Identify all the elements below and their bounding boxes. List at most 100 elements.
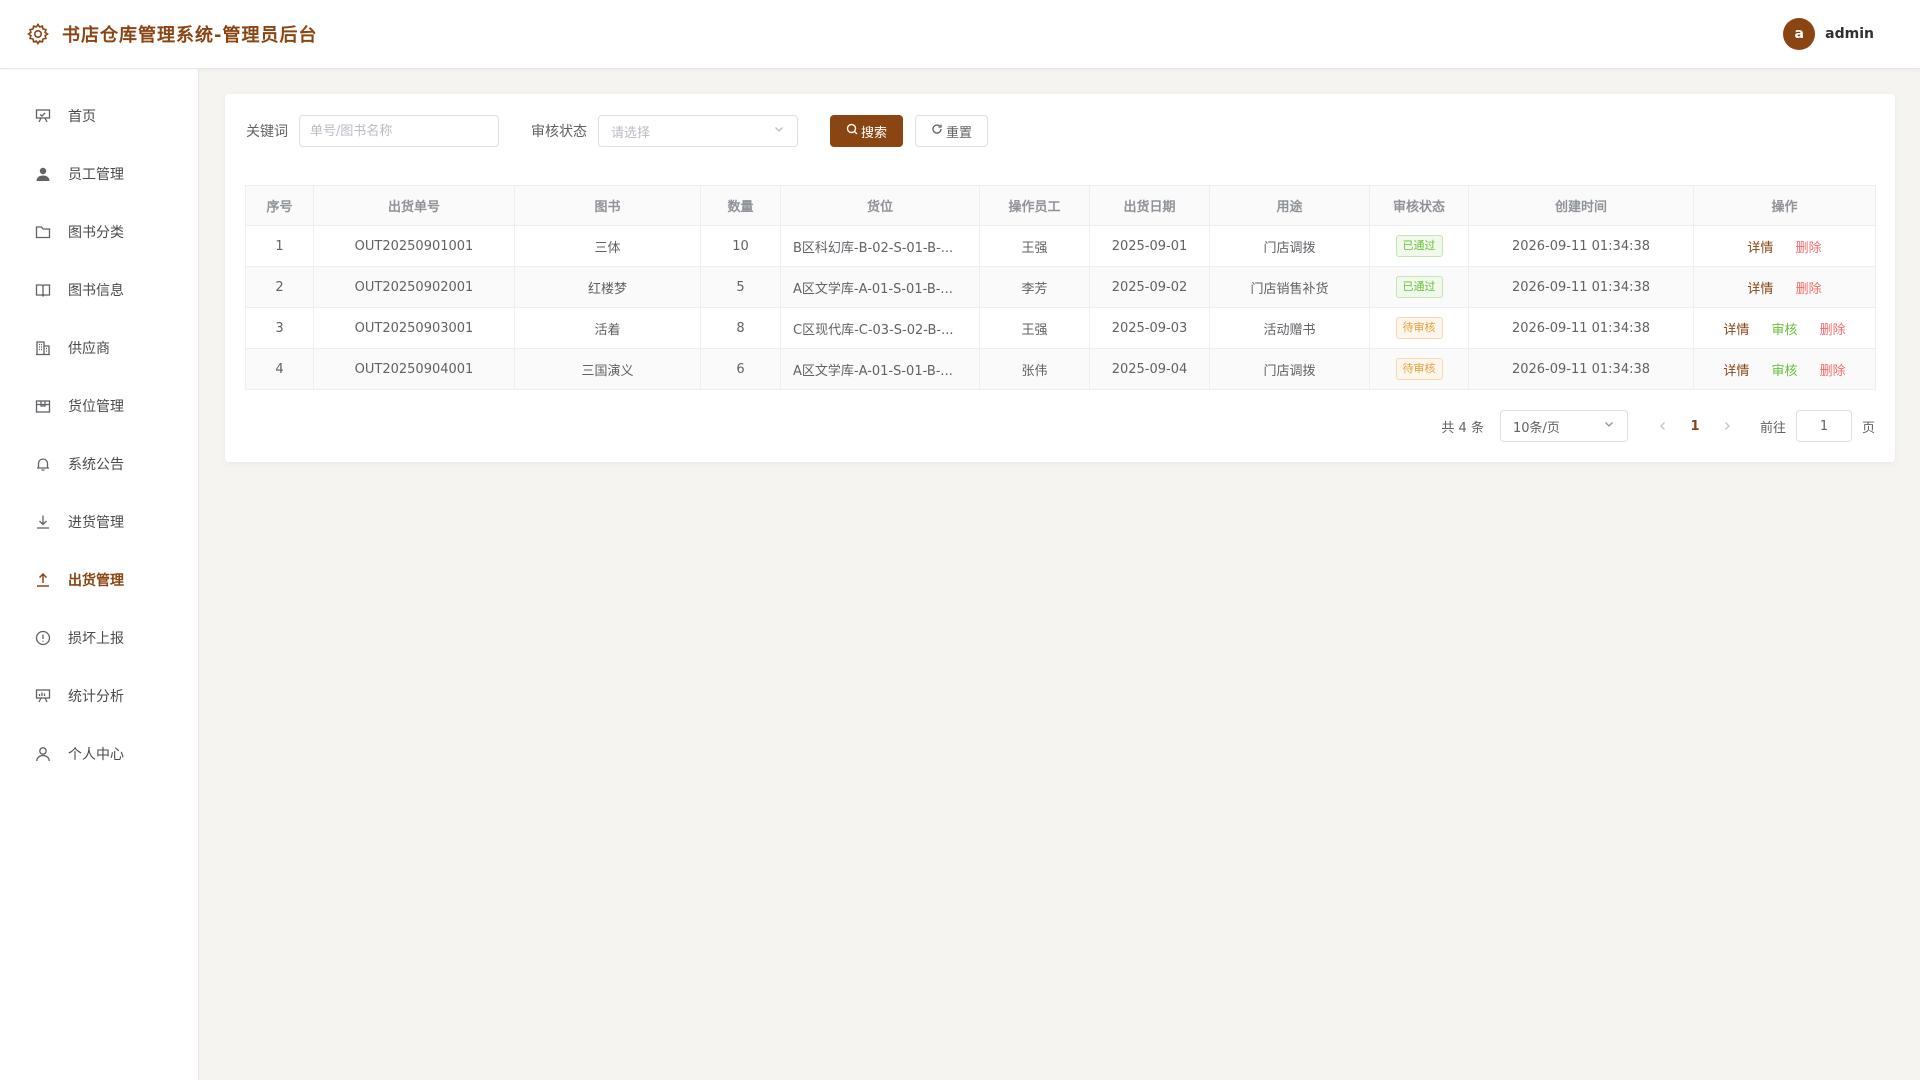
sidebar-item-supplier[interactable]: 供应商 bbox=[0, 319, 198, 377]
cell-book: 三国演义 bbox=[514, 348, 701, 390]
cell-staff: 张伟 bbox=[979, 348, 1090, 390]
sidebar-item-damage-report[interactable]: 损坏上报 bbox=[0, 609, 198, 667]
keyword-label: 关键词 bbox=[246, 124, 288, 140]
sidebar-item-label: 进货管理 bbox=[68, 515, 124, 531]
delete-link[interactable]: 删除 bbox=[1820, 360, 1846, 379]
col-header-purpose: 用途 bbox=[1209, 185, 1370, 226]
office-building-icon bbox=[34, 339, 52, 357]
cell-actions: 详情 删除 bbox=[1693, 225, 1876, 267]
table-row: 3 OUT20250903001 活着 8 C区现代库-C-03-S-02-B-… bbox=[245, 307, 1876, 349]
cell-index: 3 bbox=[245, 307, 314, 349]
sidebar-item-profile[interactable]: 个人中心 bbox=[0, 725, 198, 783]
sidebar-item-label: 员工管理 bbox=[68, 167, 124, 183]
cell-index: 1 bbox=[245, 225, 314, 267]
username[interactable]: admin bbox=[1825, 26, 1874, 42]
page-number-current[interactable]: 1 bbox=[1678, 419, 1712, 434]
sidebar: 首页 员工管理 图书分类 图书信息 供应商 货位管理 系统公告 进货管理 出货管… bbox=[0, 69, 199, 1080]
top-header: 书店仓库管理系统-管理员后台 a admin bbox=[0, 0, 1920, 69]
cell-created: 2026-09-11 01:34:38 bbox=[1468, 307, 1694, 349]
user-outline-icon bbox=[34, 745, 52, 763]
sidebar-item-outbound[interactable]: 出货管理 bbox=[0, 551, 198, 609]
refresh-icon bbox=[931, 123, 943, 139]
chevron-down-icon bbox=[773, 123, 785, 139]
sidebar-item-label: 损坏上报 bbox=[68, 631, 124, 647]
box-icon bbox=[34, 397, 52, 415]
col-header-date: 出货日期 bbox=[1089, 185, 1210, 226]
status-label: 审核状态 bbox=[531, 124, 587, 140]
page-size-select[interactable]: 10条/页 bbox=[1499, 410, 1628, 442]
table-row: 2 OUT20250902001 红楼梦 5 A区文学库-A-01-S-01-B… bbox=[245, 266, 1876, 308]
audit-link[interactable]: 审核 bbox=[1771, 319, 1797, 338]
delete-link[interactable]: 删除 bbox=[1796, 237, 1822, 256]
sidebar-item-label: 首页 bbox=[68, 109, 96, 125]
col-header-qty: 数量 bbox=[700, 185, 781, 226]
prev-page-button[interactable] bbox=[1648, 420, 1678, 432]
book-open-icon bbox=[34, 281, 52, 299]
status-badge: 已通过 bbox=[1395, 276, 1443, 298]
detail-link[interactable]: 详情 bbox=[1723, 319, 1749, 338]
col-header-book: 图书 bbox=[514, 185, 701, 226]
cell-status: 待审核 bbox=[1369, 348, 1469, 390]
status-select[interactable]: 请选择 bbox=[598, 115, 798, 147]
cell-book: 三体 bbox=[514, 225, 701, 267]
delete-link[interactable]: 删除 bbox=[1820, 319, 1846, 338]
cell-qty: 8 bbox=[700, 307, 781, 349]
cell-staff: 王强 bbox=[979, 225, 1090, 267]
sidebar-item-label: 货位管理 bbox=[68, 399, 124, 415]
gear-icon bbox=[26, 22, 50, 46]
cell-location: A区文学库-A-01-S-01-B-... bbox=[780, 348, 980, 390]
audit-link[interactable]: 审核 bbox=[1771, 360, 1797, 379]
detail-link[interactable]: 详情 bbox=[1723, 360, 1749, 379]
cell-location: A区文学库-A-01-S-01-B-... bbox=[780, 266, 980, 308]
table-row: 1 OUT20250901001 三体 10 B区科幻库-B-02-S-01-B… bbox=[245, 225, 1876, 267]
filter-bar: 关键词 审核状态 请选择 搜索 重置 bbox=[246, 115, 989, 147]
sidebar-item-label: 统计分析 bbox=[68, 689, 124, 705]
sidebar-item-announcement[interactable]: 系统公告 bbox=[0, 435, 198, 493]
keyword-input[interactable] bbox=[299, 115, 499, 147]
next-page-button[interactable] bbox=[1712, 420, 1742, 432]
cell-order-no: OUT20250901001 bbox=[313, 225, 515, 267]
detail-link[interactable]: 详情 bbox=[1747, 237, 1773, 256]
avatar[interactable]: a bbox=[1783, 18, 1816, 50]
cell-book: 活着 bbox=[514, 307, 701, 349]
upload-icon bbox=[34, 571, 52, 589]
sidebar-item-location[interactable]: 货位管理 bbox=[0, 377, 198, 435]
goto-page-input[interactable] bbox=[1795, 410, 1852, 442]
cell-index: 4 bbox=[245, 348, 314, 390]
cell-created: 2026-09-11 01:34:38 bbox=[1468, 266, 1694, 308]
cell-status: 已通过 bbox=[1369, 225, 1469, 267]
cell-order-no: OUT20250902001 bbox=[313, 266, 515, 308]
cell-actions: 详情 删除 bbox=[1693, 266, 1876, 308]
page-size-value: 10条/页 bbox=[1512, 420, 1560, 436]
chevron-right-icon bbox=[1725, 422, 1730, 430]
user-filled-icon bbox=[34, 165, 52, 183]
sidebar-item-employees[interactable]: 员工管理 bbox=[0, 145, 198, 203]
sidebar-item-statistics[interactable]: 统计分析 bbox=[0, 667, 198, 725]
sidebar-item-home[interactable]: 首页 bbox=[0, 87, 198, 145]
download-icon bbox=[34, 513, 52, 531]
cell-book: 红楼梦 bbox=[514, 266, 701, 308]
col-header-index: 序号 bbox=[245, 185, 314, 226]
detail-link[interactable]: 详情 bbox=[1747, 278, 1773, 297]
cell-purpose: 门店销售补货 bbox=[1209, 266, 1370, 308]
cell-order-no: OUT20250903001 bbox=[313, 307, 515, 349]
sidebar-item-book-info[interactable]: 图书信息 bbox=[0, 261, 198, 319]
sidebar-item-book-category[interactable]: 图书分类 bbox=[0, 203, 198, 261]
cell-status: 已通过 bbox=[1369, 266, 1469, 308]
col-header-location: 货位 bbox=[780, 185, 980, 226]
warning-circle-icon bbox=[34, 629, 52, 647]
reset-button[interactable]: 重置 bbox=[915, 115, 989, 147]
cell-date: 2025-09-04 bbox=[1089, 348, 1210, 390]
sidebar-item-inbound[interactable]: 进货管理 bbox=[0, 493, 198, 551]
status-badge: 已通过 bbox=[1395, 235, 1443, 257]
page-suffix: 页 bbox=[1861, 420, 1875, 436]
chart-board-icon bbox=[34, 687, 52, 705]
user-menu[interactable]: a admin bbox=[1783, 18, 1874, 50]
delete-link[interactable]: 删除 bbox=[1796, 278, 1822, 297]
search-icon bbox=[846, 123, 858, 139]
search-button[interactable]: 搜索 bbox=[830, 115, 904, 147]
chevron-left-icon bbox=[1660, 422, 1665, 430]
cell-purpose: 活动赠书 bbox=[1209, 307, 1370, 349]
sidebar-item-label: 系统公告 bbox=[68, 457, 124, 473]
cell-actions: 详情 审核 删除 bbox=[1693, 348, 1876, 390]
